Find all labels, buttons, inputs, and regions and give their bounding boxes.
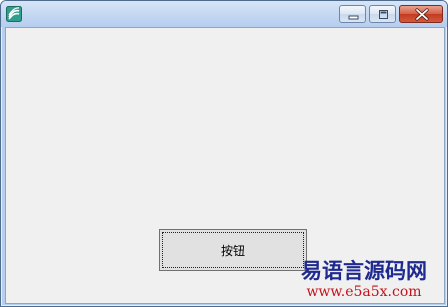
app-icon[interactable] xyxy=(6,6,22,22)
push-button[interactable]: 按钮 xyxy=(159,229,307,271)
minimize-icon xyxy=(348,15,359,20)
maximize-icon xyxy=(379,10,388,19)
minimize-button[interactable] xyxy=(339,5,366,23)
caption-buttons xyxy=(336,5,443,23)
title-bar[interactable] xyxy=(1,1,447,27)
watermark-text: 易语言源码网 xyxy=(301,258,427,283)
watermark-url: www.e5a5x.com xyxy=(306,284,422,300)
close-button[interactable] xyxy=(399,5,443,23)
close-icon xyxy=(415,8,429,21)
app-window: 按钮 易语言源码网 www.e5a5x.com xyxy=(0,0,448,307)
watermark: 易语言源码网 www.e5a5x.com xyxy=(301,260,427,299)
maximize-button[interactable] xyxy=(369,5,396,23)
